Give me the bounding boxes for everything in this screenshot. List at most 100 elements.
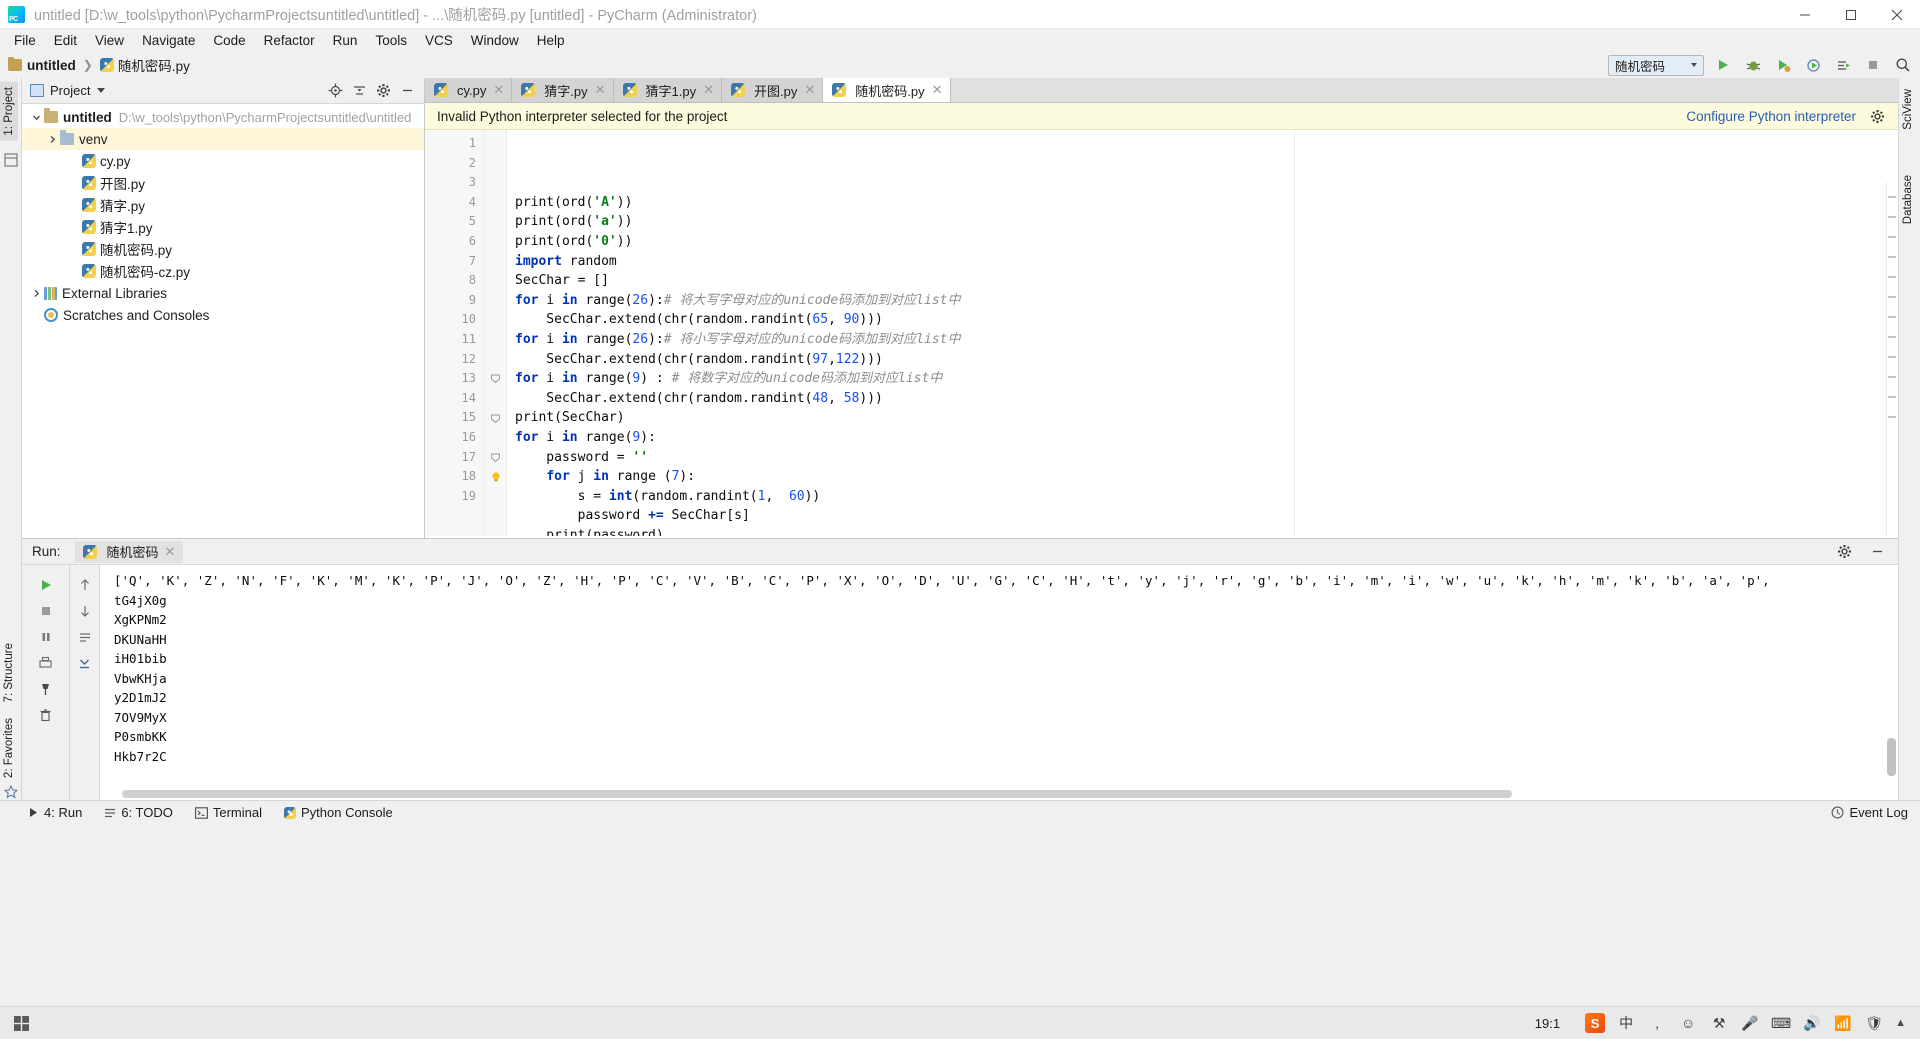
ime-mode-icon[interactable]: , bbox=[1647, 1013, 1667, 1033]
editor-tab-kaitu-py[interactable]: 开图.py ✕ bbox=[722, 78, 824, 102]
code-line[interactable]: print(ord('a')) bbox=[515, 212, 1898, 232]
code-folding-gutter[interactable] bbox=[485, 130, 507, 536]
volume-icon[interactable]: 🔊 bbox=[1802, 1013, 1822, 1033]
start-button[interactable] bbox=[0, 1007, 42, 1039]
debug-button[interactable] bbox=[1742, 54, 1764, 76]
menu-refactor[interactable]: Refactor bbox=[255, 30, 324, 51]
caret-position-indicator[interactable]: 19:1 bbox=[1535, 1016, 1560, 1031]
tree-item-suijimima-py[interactable]: 随机密码.py bbox=[22, 238, 424, 260]
hide-run-panel-icon[interactable] bbox=[1866, 541, 1888, 563]
code-line[interactable]: for i in range(9): bbox=[515, 428, 1898, 448]
editor-tab-cy-py[interactable]: cy.py ✕ bbox=[425, 78, 513, 102]
tree-item-caizi1-py[interactable]: 猜字1.py bbox=[22, 216, 424, 238]
search-everywhere-icon[interactable] bbox=[1892, 54, 1914, 76]
chevron-right-icon[interactable] bbox=[44, 135, 60, 144]
chevron-down-icon[interactable] bbox=[97, 88, 106, 93]
code-line[interactable]: import random bbox=[515, 252, 1898, 272]
fold-marker-icon[interactable] bbox=[485, 448, 506, 468]
microphone-icon[interactable]: 🎤 bbox=[1740, 1013, 1760, 1033]
code-line[interactable]: s = int(random.randint(1, 60)) bbox=[515, 487, 1898, 507]
tree-item-caizi-py[interactable]: 猜字.py bbox=[22, 194, 424, 216]
tree-item-suijimima-cz-py[interactable]: 随机密码-cz.py bbox=[22, 260, 424, 282]
close-button[interactable] bbox=[1874, 0, 1920, 29]
chevron-down-icon[interactable] bbox=[28, 113, 44, 122]
tree-item-external-libraries[interactable]: External Libraries bbox=[22, 282, 424, 304]
stop-process-button[interactable] bbox=[33, 599, 59, 623]
console-output[interactable]: ['Q', 'K', 'Z', 'N', 'F', 'K', 'M', 'K',… bbox=[100, 565, 1898, 800]
code-line[interactable]: SecChar = [] bbox=[515, 271, 1898, 291]
code-line[interactable]: for i in range(26):# 将小写字母对应的unicode码添加到… bbox=[515, 330, 1898, 350]
keyboard-icon[interactable]: ⌨ bbox=[1771, 1013, 1791, 1033]
code-line[interactable]: print(password) bbox=[515, 526, 1898, 536]
tree-item-kaitu-py[interactable]: 开图.py bbox=[22, 172, 424, 194]
menu-tools[interactable]: Tools bbox=[366, 30, 416, 51]
delete-button[interactable] bbox=[33, 703, 59, 727]
intention-bulb-icon[interactable] bbox=[485, 467, 506, 487]
network-icon[interactable]: 📶 bbox=[1833, 1013, 1853, 1033]
scroll-down-button[interactable] bbox=[72, 599, 98, 623]
soft-wrap-button[interactable] bbox=[72, 625, 98, 649]
attach-to-process-button[interactable] bbox=[1832, 54, 1854, 76]
pause-button[interactable] bbox=[33, 625, 59, 649]
code-line[interactable]: for i in range(9) : # 将数字对应的unicode码添加到对… bbox=[515, 369, 1898, 389]
code-line[interactable]: for j in range (7): bbox=[515, 467, 1898, 487]
code-line[interactable]: print(ord('A')) bbox=[515, 193, 1898, 213]
rail-tab-database[interactable]: Database bbox=[1899, 170, 1917, 229]
menu-code[interactable]: Code bbox=[204, 30, 254, 51]
code-line[interactable]: print(ord('0')) bbox=[515, 232, 1898, 252]
menu-navigate[interactable]: Navigate bbox=[133, 30, 204, 51]
close-icon[interactable]: ✕ bbox=[804, 82, 815, 98]
menu-window[interactable]: Window bbox=[462, 30, 528, 51]
ime-chinese-icon[interactable]: 中 bbox=[1616, 1013, 1636, 1033]
code-editor[interactable]: 1 2 3 4 5 6 7 8 9 10 11 12 13 14 15 16 17 18 19 print(ord(… bbox=[425, 130, 1898, 536]
show-hidden-icons-icon[interactable]: ▲ bbox=[1895, 1017, 1906, 1029]
shield-icon[interactable]: 🛡 bbox=[1864, 1013, 1884, 1033]
code-line[interactable]: SecChar.extend(chr(random.randint(97,122… bbox=[515, 350, 1898, 370]
sogou-ime-icon[interactable] bbox=[1585, 1013, 1606, 1033]
rail-tab-project[interactable]: 1: Project bbox=[0, 82, 18, 141]
banner-settings-gear-icon[interactable] bbox=[1866, 105, 1888, 127]
status-python-console-button[interactable]: Python Console bbox=[283, 805, 393, 820]
status-run-button[interactable]: 4: Run bbox=[28, 805, 82, 820]
console-horizontal-scrollbar[interactable] bbox=[122, 790, 1512, 798]
minimize-button[interactable] bbox=[1782, 0, 1828, 29]
stop-button[interactable] bbox=[1862, 54, 1884, 76]
structure-rail-icon[interactable] bbox=[1, 150, 21, 170]
fold-marker-icon[interactable] bbox=[485, 408, 506, 428]
scroll-up-button[interactable] bbox=[72, 573, 98, 597]
menu-view[interactable]: View bbox=[86, 30, 133, 51]
code-line[interactable]: print(SecChar) bbox=[515, 408, 1898, 428]
run-panel-settings-gear-icon[interactable] bbox=[1833, 541, 1855, 563]
close-icon[interactable]: ✕ bbox=[932, 82, 943, 98]
status-terminal-button[interactable]: Terminal bbox=[194, 805, 262, 820]
editor-tab-caizi1-py[interactable]: 猜字1.py ✕ bbox=[613, 78, 723, 102]
rail-tab-structure[interactable]: 7: Structure bbox=[0, 638, 18, 707]
tree-item-untitled[interactable]: untitled D:\w_tools\python\PycharmProjec… bbox=[22, 106, 424, 128]
menu-run[interactable]: Run bbox=[324, 30, 367, 51]
menu-edit[interactable]: Edit bbox=[45, 30, 86, 51]
maximize-button[interactable] bbox=[1828, 0, 1874, 29]
menu-vcs[interactable]: VCS bbox=[416, 30, 462, 51]
scroll-from-source-icon[interactable] bbox=[324, 80, 346, 102]
menu-file[interactable]: File bbox=[5, 30, 45, 51]
hide-project-panel-icon[interactable] bbox=[396, 80, 418, 102]
breadcrumb-file[interactable]: 随机密码.py bbox=[118, 55, 190, 75]
event-log-button[interactable]: Event Log bbox=[1831, 805, 1908, 820]
code-line[interactable]: password += SecChar[s] bbox=[515, 506, 1898, 526]
console-scrollbar-thumb[interactable] bbox=[1887, 738, 1896, 776]
editor-tab-caizi-py[interactable]: 猜字.py ✕ bbox=[512, 78, 614, 102]
favorites-star-icon[interactable] bbox=[1, 782, 21, 802]
close-icon[interactable]: ✕ bbox=[595, 82, 606, 98]
chevron-right-icon[interactable] bbox=[28, 289, 44, 298]
close-icon[interactable]: ✕ bbox=[165, 544, 176, 560]
project-settings-gear-icon[interactable] bbox=[372, 80, 394, 102]
rail-tab-sciview[interactable]: SciView bbox=[1899, 84, 1917, 135]
breadcrumb-project[interactable]: untitled bbox=[27, 58, 76, 73]
editor-tab-suijimima-py[interactable]: 随机密码.py ✕ bbox=[823, 78, 951, 102]
run-button[interactable] bbox=[1712, 54, 1734, 76]
print-output-button[interactable] bbox=[33, 651, 59, 675]
pin-tab-button[interactable] bbox=[33, 677, 59, 701]
status-todo-button[interactable]: 6: TODO bbox=[104, 805, 173, 820]
configure-interpreter-link[interactable]: Configure Python interpreter bbox=[1686, 109, 1856, 124]
collapse-all-icon[interactable] bbox=[348, 80, 370, 102]
